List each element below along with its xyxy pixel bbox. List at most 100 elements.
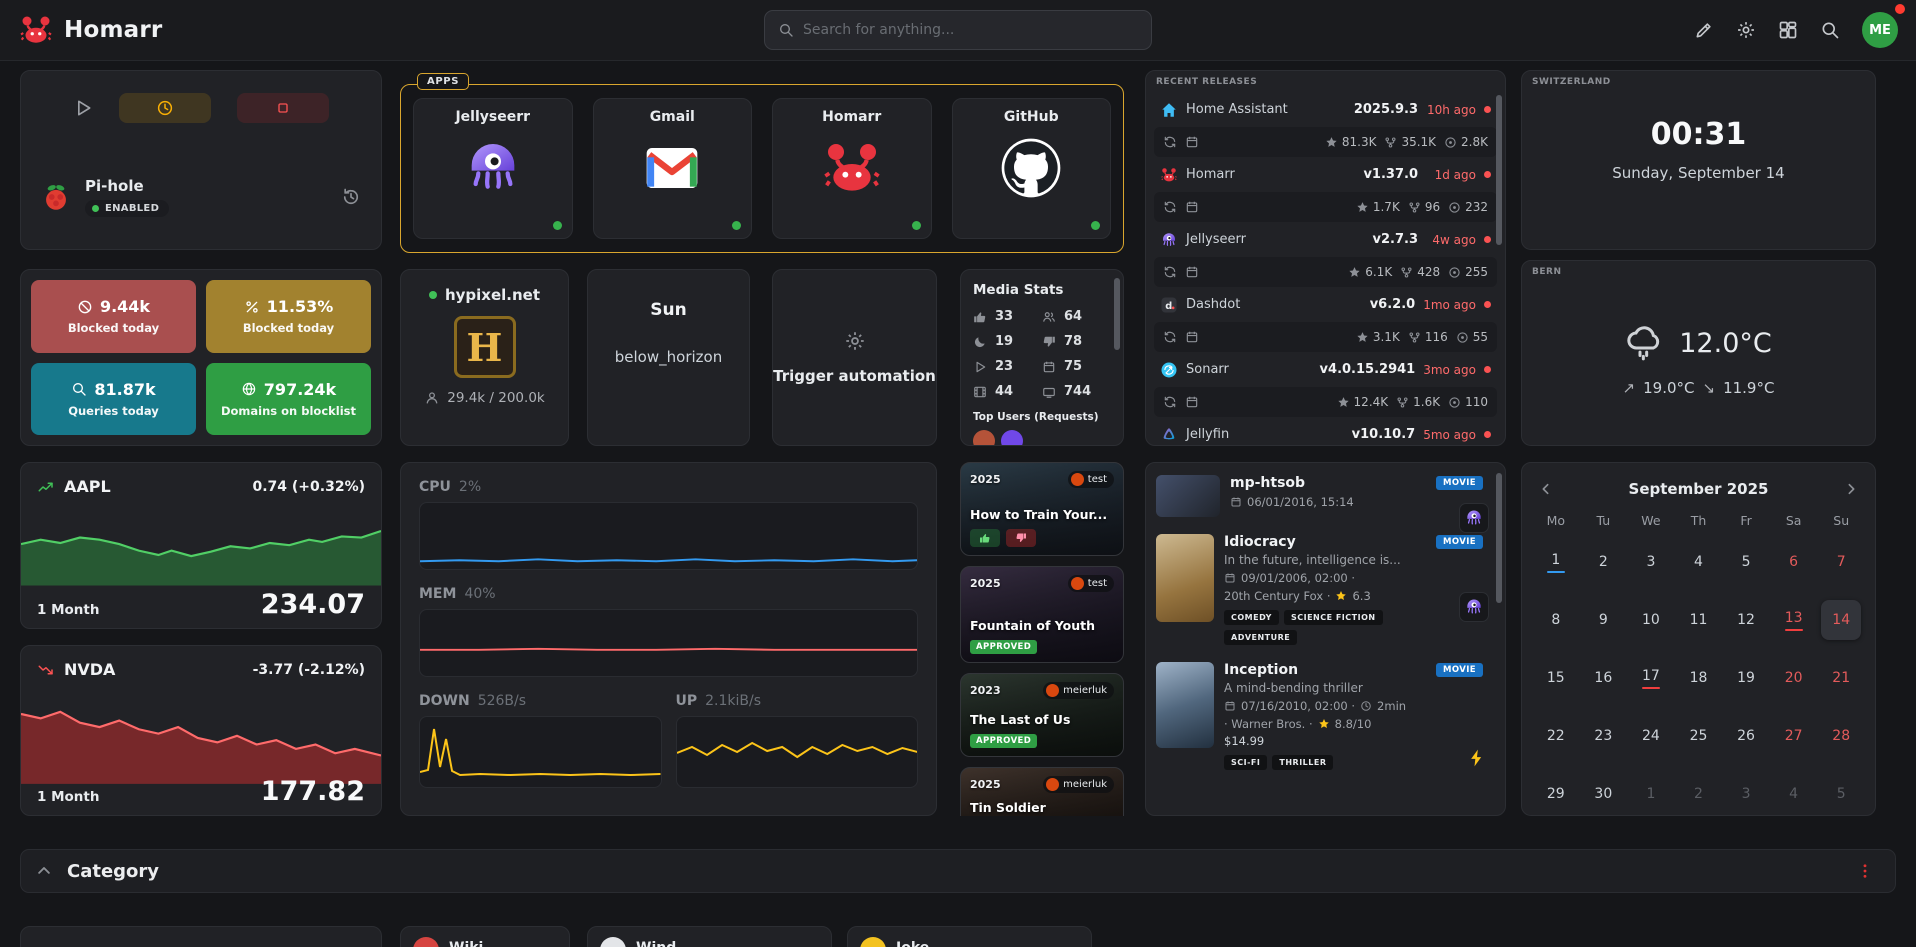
app-tile-gmail[interactable]: Gmail xyxy=(593,98,753,239)
pihole-stat-tile[interactable]: 81.87k Queries today xyxy=(31,363,196,436)
calendar-day[interactable]: 29 xyxy=(1536,774,1576,814)
category-section-header[interactable]: Category xyxy=(20,849,1896,893)
bottom-tile-wiki[interactable]: Wiki xyxy=(400,926,570,947)
chevron-up-icon xyxy=(35,862,53,880)
pihole-stat-tile[interactable]: 9.44k Blocked today xyxy=(31,280,196,353)
calendar-day[interactable]: 27 xyxy=(1774,716,1814,756)
release-row[interactable]: Dashdot v6.2.0 1mo ago 3.1K 116 55 xyxy=(1154,288,1497,352)
timer-disable-button[interactable] xyxy=(119,93,211,123)
calendar-day[interactable]: 17 xyxy=(1631,658,1671,698)
calendar-day[interactable]: 24 xyxy=(1631,716,1671,756)
pihole-stat-tile[interactable]: 11.53% Blocked today xyxy=(206,280,371,353)
calendar-day[interactable]: 3 xyxy=(1631,542,1671,582)
stock-header: NVDA -3.77 (-2.12%) xyxy=(21,646,381,679)
chevron-right-icon xyxy=(1843,481,1859,497)
calendar-day[interactable]: 10 xyxy=(1631,600,1671,640)
request-card[interactable]: 2025 test Fountain of Youth APPROVED xyxy=(960,566,1124,663)
scrollbar-thumb[interactable] xyxy=(1496,95,1502,245)
release-row[interactable]: Homarr v1.37.0 1d ago 1.7K 96 232 xyxy=(1154,158,1497,222)
calendar-next-button[interactable] xyxy=(1835,473,1867,505)
trigger-automation-widget[interactable]: Trigger automation xyxy=(772,269,937,446)
clock-time: 00:31 xyxy=(1522,117,1875,152)
edit-mode-button[interactable] xyxy=(1688,14,1720,46)
media-item[interactable]: mp-htsob MOVIE 06/01/2016, 15:14 xyxy=(1156,475,1489,517)
calendar-day[interactable]: 19 xyxy=(1726,658,1766,698)
calendar-day[interactable]: 26 xyxy=(1726,716,1766,756)
calendar-day[interactable]: 30 xyxy=(1583,774,1623,814)
app-icon xyxy=(413,937,439,947)
media-stat: 19 xyxy=(973,334,1042,349)
app-tile-github[interactable]: GitHub xyxy=(952,98,1112,239)
calendar-day[interactable]: 7 xyxy=(1821,542,1861,582)
media-item[interactable]: Idiocracy MOVIE In the future, intellige… xyxy=(1156,534,1489,645)
calendar-day[interactable]: 11 xyxy=(1678,600,1718,640)
media-item[interactable]: Inception MOVIE A mind-bending thriller … xyxy=(1156,662,1489,770)
pihole-history-button[interactable] xyxy=(335,181,367,213)
calendar-day[interactable]: 1 xyxy=(1536,542,1576,582)
bottom-tile[interactable] xyxy=(20,926,382,947)
media-title: Inception xyxy=(1224,662,1298,678)
calendar-day[interactable]: 20 xyxy=(1774,658,1814,698)
request-card[interactable]: 2023 meierluk The Last of Us APPROVED xyxy=(960,673,1124,757)
search-input[interactable] xyxy=(803,22,1138,38)
calendar-day[interactable]: 9 xyxy=(1583,600,1623,640)
calendar-day[interactable]: 3 xyxy=(1726,774,1766,814)
release-row[interactable]: Sonarr v4.0.15.2941 3mo ago 12.4K 1.6K 1… xyxy=(1154,353,1497,417)
calendar-day[interactable]: 16 xyxy=(1583,658,1623,698)
calendar-day[interactable]: 14 xyxy=(1821,600,1861,640)
boards-button[interactable] xyxy=(1772,14,1804,46)
request-card[interactable]: 2025 test How to Train Your... xyxy=(960,462,1124,556)
calendar-day[interactable]: 5 xyxy=(1726,542,1766,582)
search-icon xyxy=(778,22,794,38)
release-row[interactable]: Home Assistant 2025.9.3 10h ago 81.3K 35… xyxy=(1154,93,1497,157)
calendar-day[interactable]: 12 xyxy=(1726,600,1766,640)
scrollbar-thumb[interactable] xyxy=(1496,473,1502,603)
request-card[interactable]: 2025 meierluk Tin Soldier xyxy=(960,767,1124,816)
stat-icon xyxy=(1042,360,1056,374)
release-row[interactable]: Jellyseerr v2.7.3 4w ago 6.1K 428 255 xyxy=(1154,223,1497,287)
release-row[interactable]: Jellyfin v10.10.7 5mo ago xyxy=(1154,418,1497,445)
user-avatar[interactable]: ME xyxy=(1862,12,1898,48)
calendar-day[interactable]: 8 xyxy=(1536,600,1576,640)
calendar-day[interactable]: 13 xyxy=(1774,600,1814,640)
calendar-day[interactable]: 2 xyxy=(1583,542,1623,582)
scrollbar-thumb[interactable] xyxy=(1114,278,1120,350)
decline-button[interactable] xyxy=(1006,529,1036,547)
calendar-day[interactable]: 15 xyxy=(1536,658,1576,698)
calendar-prev-button[interactable] xyxy=(1530,473,1562,505)
stock-header: AAPL 0.74 (+0.32%) xyxy=(21,463,381,496)
app-tile-jellyseerr[interactable]: Jellyseerr xyxy=(413,98,573,239)
calendar-day[interactable]: 6 xyxy=(1774,542,1814,582)
day-header: Tu xyxy=(1597,513,1611,528)
search-button[interactable] xyxy=(1814,14,1846,46)
calendar-day[interactable]: 22 xyxy=(1536,716,1576,756)
clock-widget: SWITZERLAND 00:31 Sunday, September 14 xyxy=(1521,70,1876,250)
calendar-day[interactable]: 21 xyxy=(1821,658,1861,698)
calendar-day[interactable]: 2 xyxy=(1678,774,1718,814)
bottom-tile-joke[interactable]: Joke xyxy=(847,926,1092,947)
search-bar[interactable] xyxy=(764,10,1152,50)
enable-button[interactable] xyxy=(73,98,93,118)
stock-widget-nvda[interactable]: NVDA -3.77 (-2.12%) 1 Month 177.82 xyxy=(20,645,382,816)
calendar-day[interactable]: 4 xyxy=(1678,542,1718,582)
issue-icon xyxy=(1456,331,1469,344)
calendar-day[interactable]: 23 xyxy=(1583,716,1623,756)
pihole-stat-tile[interactable]: 797.24k Domains on blocklist xyxy=(206,363,371,436)
weather-current: 12.0°C xyxy=(1522,323,1875,363)
approve-button[interactable] xyxy=(970,529,1000,547)
calendar-day[interactable]: 1 xyxy=(1631,774,1671,814)
app-tile-homarr[interactable]: Homarr xyxy=(772,98,932,239)
settings-button[interactable] xyxy=(1730,14,1762,46)
calendar-day[interactable]: 18 xyxy=(1678,658,1718,698)
bottom-tile-wind[interactable]: Wind xyxy=(587,926,832,947)
disable-button[interactable] xyxy=(237,93,329,123)
calendar-day[interactable]: 25 xyxy=(1678,716,1718,756)
release-age: 5mo ago xyxy=(1423,428,1476,442)
calendar-day[interactable]: 5 xyxy=(1821,774,1861,814)
category-menu-button[interactable] xyxy=(1849,855,1881,887)
stock-widget-aapl[interactable]: AAPL 0.74 (+0.32%) 1 Month 234.07 xyxy=(20,462,382,629)
minecraft-server-widget[interactable]: hypixel.net H 29.4k / 200.0k xyxy=(400,269,569,446)
calendar-day[interactable]: 28 xyxy=(1821,716,1861,756)
release-app-icon xyxy=(1160,101,1178,119)
calendar-day[interactable]: 4 xyxy=(1774,774,1814,814)
